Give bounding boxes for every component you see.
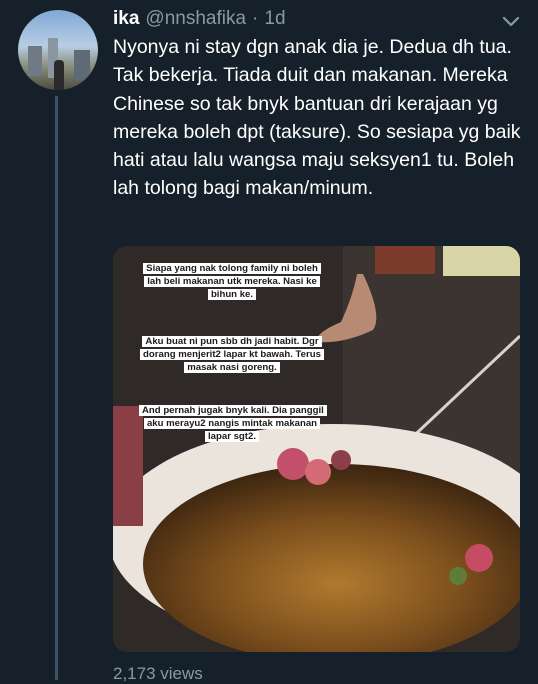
media-caption-1: Siapa yang nak tolong family ni boleh la… [139, 262, 325, 301]
avatar[interactable] [18, 10, 98, 90]
thread-line [55, 96, 58, 680]
author-handle[interactable]: @nnshafika [145, 8, 246, 30]
tweet-text: Nyonya ni stay dgn anak dia je. Dedua dh… [113, 36, 521, 200]
author-name[interactable]: ika [113, 8, 139, 30]
tweet-media[interactable]: Siapa yang nak tolong family ni boleh la… [113, 246, 520, 652]
tweet-header: ika @nnshafika · 1d [113, 8, 286, 32]
media-caption-3: And pernah jugak bnyk kali. Dia panggil … [139, 404, 327, 443]
separator-dot: · [252, 8, 259, 29]
media-photo [113, 246, 520, 652]
view-count: 2,173 views [113, 664, 203, 683]
chevron-down-icon[interactable] [500, 12, 522, 32]
timestamp[interactable]: 1d [264, 8, 285, 30]
media-caption-2: Aku buat ni pun sbb dh jadi habit. Dgr d… [139, 335, 325, 374]
